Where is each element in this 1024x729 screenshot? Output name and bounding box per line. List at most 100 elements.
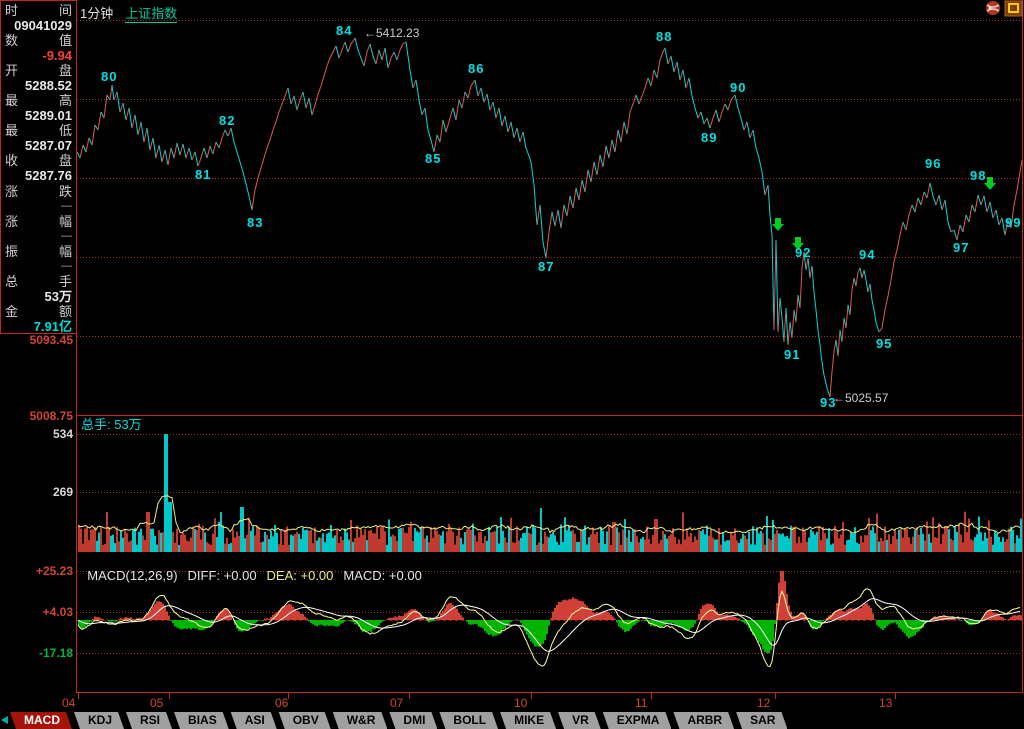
macd-diff-value: DIFF: +0.00: [188, 568, 257, 583]
point-marker-81: 81: [195, 168, 211, 181]
quote-value: 7.91亿: [1, 319, 76, 334]
macd-axis-upper: +25.23: [1, 565, 73, 577]
day-label-07: 07: [390, 697, 403, 709]
quote-value: —: [1, 199, 76, 214]
quote-value: 09041029: [1, 18, 76, 33]
quote-label: 振: [5, 244, 18, 259]
day-label-11: 11: [635, 697, 647, 709]
point-marker-85: 85: [425, 152, 441, 165]
quote-row-涨跌: 涨跌—: [1, 184, 76, 214]
point-marker-87: 87: [538, 260, 554, 273]
top-bar: 1分钟上证指数: [80, 3, 177, 22]
quote-value: 53万: [1, 289, 76, 304]
globe-icon[interactable]: [986, 1, 1000, 15]
quote-label: 涨: [5, 214, 18, 229]
symbol-name: 上证指数: [125, 6, 177, 23]
tab-vr[interactable]: VR: [558, 712, 601, 729]
price-grid-label-lower: 5008.75: [1, 410, 73, 422]
point-marker-90: 90: [730, 81, 746, 94]
point-marker-99: 99: [1005, 216, 1021, 229]
period-label: 1分钟: [80, 6, 113, 21]
tab-wr[interactable]: W&R: [333, 712, 388, 729]
quote-value: -9.94: [1, 48, 76, 63]
tab-boll[interactable]: BOLL: [439, 712, 498, 729]
day-label-04: 04: [62, 697, 75, 709]
tab-sar[interactable]: SAR: [736, 712, 787, 729]
point-marker-95: 95: [876, 337, 892, 350]
quote-row-金额: 金额7.91亿: [1, 304, 76, 334]
chart-canvas[interactable]: [0, 0, 1024, 729]
volume-header: 总手: 53万: [81, 414, 142, 433]
macd-macd-value: MACD: +0.00: [343, 568, 421, 583]
volume-axis-mid: 269: [1, 486, 73, 498]
quote-label: 收: [5, 153, 18, 168]
quote-value: 5289.01: [1, 108, 76, 123]
quote-sidebar: 时间09041029数值-9.94开盘5288.52最高5289.01最低528…: [0, 0, 77, 334]
quote-label: 总: [5, 274, 18, 289]
point-marker-83: 83: [247, 216, 263, 229]
price-grid-label-upper: 5093.45: [1, 334, 73, 346]
point-marker-96: 96: [925, 157, 941, 170]
tab-rsi[interactable]: RSI: [126, 712, 172, 729]
tab-asi[interactable]: ASI: [231, 712, 277, 729]
point-marker-82: 82: [219, 114, 235, 127]
window-icons: [982, 0, 1024, 17]
tab-bias[interactable]: BIAS: [174, 712, 229, 729]
macd-axis-lower: -17.18: [1, 647, 73, 659]
tab-obv[interactable]: OBV: [279, 712, 331, 729]
quote-label: 开: [5, 63, 18, 78]
point-marker-92: 92: [795, 246, 811, 259]
quote-label: 数: [5, 33, 18, 48]
tab-arbr[interactable]: ARBR: [673, 712, 734, 729]
quote-label: 金: [5, 304, 18, 319]
indicator-tabbar: MACDKDJRSIBIASASIOBVW&RDMIBOLLMIKEVREXPM…: [0, 712, 1024, 729]
point-marker-98: 98: [970, 169, 986, 182]
quote-label: 最: [5, 93, 18, 108]
point-marker-80: 80: [101, 70, 117, 83]
quote-value: 5287.76: [1, 168, 76, 183]
macd-header: MACD(12,26,9) DIFF: +0.00 DEA: +0.00 MACD: …: [80, 553, 432, 583]
quote-row-最高: 最高5289.01: [1, 93, 76, 123]
tab-kdj[interactable]: KDJ: [74, 712, 124, 729]
signal-arrow-icon: [772, 218, 784, 231]
annotation-session-low: ←5025.57: [833, 391, 888, 405]
day-label-12: 12: [757, 697, 770, 709]
quote-label: 最: [5, 123, 18, 138]
point-marker-93: 93: [820, 396, 836, 409]
quote-row-收盘: 收盘5287.76: [1, 153, 76, 183]
day-label-06: 06: [275, 697, 288, 709]
quote-row-涨幅: 涨幅—: [1, 214, 76, 244]
point-marker-84: 84: [336, 24, 352, 37]
tab-expma[interactable]: EXPMA: [603, 712, 672, 729]
quote-row-时间: 时间09041029: [1, 3, 76, 33]
point-marker-88: 88: [656, 30, 672, 43]
quote-row-最低: 最低5287.07: [1, 123, 76, 153]
point-marker-91: 91: [784, 348, 800, 361]
day-label-13: 13: [879, 697, 892, 709]
quote-value: —: [1, 229, 76, 244]
quote-row-振幅: 振幅—: [1, 244, 76, 274]
quote-value: 5287.07: [1, 138, 76, 153]
point-marker-94: 94: [859, 248, 875, 261]
quote-value: 5288.52: [1, 78, 76, 93]
day-label-10: 10: [514, 697, 527, 709]
day-label-05: 05: [150, 697, 163, 709]
volume-axis-upper: 534: [1, 428, 73, 440]
point-marker-86: 86: [468, 62, 484, 75]
tab-dmi[interactable]: DMI: [389, 712, 437, 729]
quote-row-开盘: 开盘5288.52: [1, 63, 76, 93]
quote-label: 时: [5, 3, 18, 18]
tab-macd[interactable]: MACD: [10, 712, 72, 729]
tabs-scroll-left-icon[interactable]: [0, 712, 10, 729]
maximize-icon[interactable]: [1005, 1, 1022, 16]
annotation-session-high: ←5412.23: [364, 26, 419, 40]
quote-label: 涨: [5, 184, 18, 199]
macd-axis-mid: +4.03: [1, 606, 73, 618]
macd-dea-value: DEA: +0.00: [267, 568, 334, 583]
tab-mike[interactable]: MIKE: [500, 712, 556, 729]
point-marker-97: 97: [953, 241, 969, 254]
point-marker-89: 89: [701, 131, 717, 144]
quote-row-数值: 数值-9.94: [1, 33, 76, 63]
macd-params: MACD(12,26,9): [87, 568, 177, 583]
quote-value: —: [1, 259, 76, 274]
